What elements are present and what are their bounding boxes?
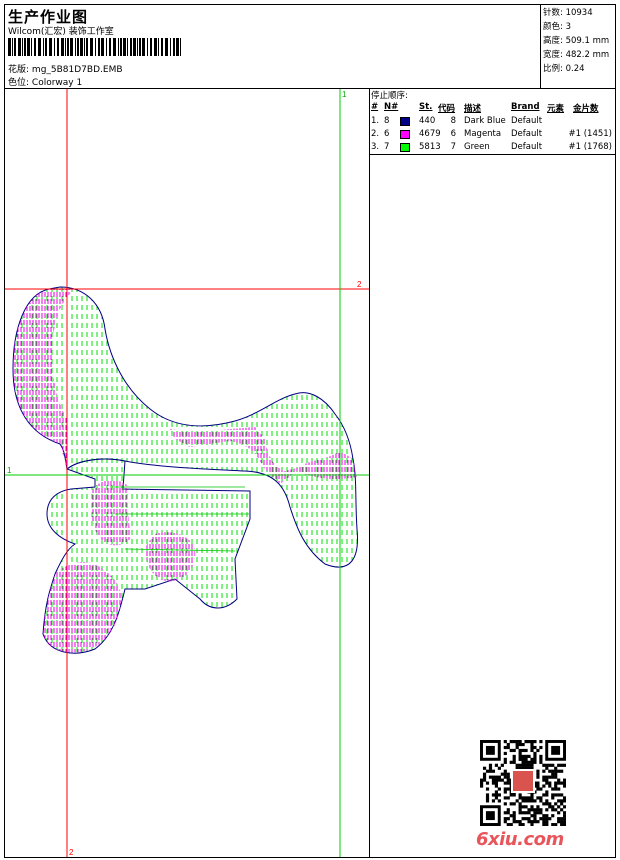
panel-divider xyxy=(369,88,370,858)
stop-cell-desc: Dark Blue xyxy=(464,116,506,126)
studio-name: Wilcom(汇宏) 装饰工作室 xyxy=(8,27,114,37)
stop-sequence-title: 停止顺序: xyxy=(371,91,408,101)
col-header-n: N# xyxy=(384,102,399,112)
col-header-element: 元素 xyxy=(547,104,565,114)
stat-colors: 颜色: 3 xyxy=(543,22,571,32)
stop-cell-n: 8 xyxy=(384,116,390,126)
design-label: 花版: xyxy=(8,65,30,75)
guide-label-v2: 2 xyxy=(69,848,74,857)
barcode xyxy=(8,38,181,56)
col-header-index: # xyxy=(371,102,379,112)
stop-cell-code: 7 xyxy=(450,142,456,152)
stop-cell-brand: Default xyxy=(511,116,543,126)
watermark: 6xiu.com xyxy=(476,829,564,850)
stat-stitches: 针数: 10934 xyxy=(543,8,593,18)
table-bottom-rule xyxy=(369,154,616,155)
stat-width: 宽度: 482.2 mm xyxy=(543,50,610,60)
col-header-sequins: 金片数 xyxy=(573,104,599,114)
thread-color-swatch xyxy=(400,117,410,126)
stop-cell-code: 8 xyxy=(450,116,456,126)
stop-cell-sequins: #1 (1451) xyxy=(568,129,613,139)
design-file: 花版: mg_5B81D7BD.EMB xyxy=(8,62,123,75)
stop-cell-num: 3. xyxy=(371,142,380,152)
colorway-value: Colorway 1 xyxy=(31,78,83,88)
stop-cell-st: 440 xyxy=(419,116,436,126)
colorway: 色位: Colorway 1 xyxy=(8,75,82,88)
stop-cell-sequins: #1 (1768) xyxy=(568,142,613,152)
design-canvas: 2 1 1 2 xyxy=(5,89,369,857)
design-value: mg_5B81D7BD.EMB xyxy=(31,65,123,75)
stop-cell-num: 1. xyxy=(371,116,380,126)
stats-panel: 针数: 10934 颜色: 3 高度: 509.1 mm 宽度: 482.2 m… xyxy=(540,4,616,88)
qr-code xyxy=(480,740,566,826)
design-magenta-bottom xyxy=(43,562,122,653)
colorway-label: 色位: xyxy=(8,78,30,88)
thread-color-swatch xyxy=(400,130,410,139)
stop-cell-st: 5813 xyxy=(419,142,441,152)
guide-label-v1: 1 xyxy=(342,90,347,99)
col-header-stitches: St. xyxy=(419,102,433,112)
guide-label-h1: 1 xyxy=(7,466,12,475)
stop-cell-n: 7 xyxy=(384,142,390,152)
stop-cell-num: 2. xyxy=(371,129,380,139)
col-header-desc: 描述 xyxy=(464,104,482,114)
thread-color-swatch xyxy=(400,143,410,152)
stop-cell-brand: Default xyxy=(511,142,543,152)
col-header-code: 代码 xyxy=(438,104,456,114)
stop-cell-desc: Green xyxy=(464,142,490,152)
stop-cell-brand: Default xyxy=(511,129,543,139)
stop-cell-code: 6 xyxy=(450,129,456,139)
stat-height: 高度: 509.1 mm xyxy=(543,36,610,46)
col-header-brand: Brand xyxy=(511,102,540,112)
stop-cell-n: 6 xyxy=(384,129,390,139)
guide-label-h2: 2 xyxy=(357,280,362,289)
stat-scale: 比例: 0.24 xyxy=(543,64,585,74)
stop-cell-desc: Magenta xyxy=(464,129,502,139)
stop-cell-st: 4679 xyxy=(419,129,441,139)
